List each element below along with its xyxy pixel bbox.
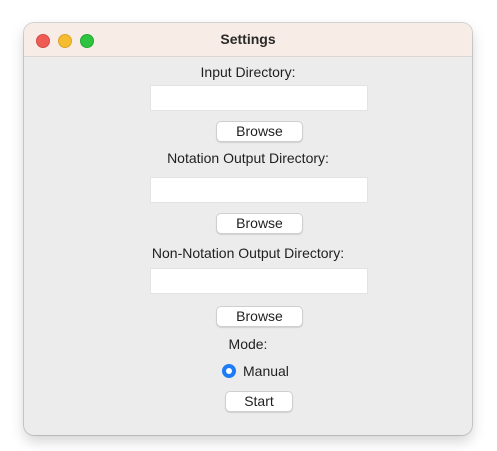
- title-bar: Settings: [24, 23, 472, 57]
- non-notation-output-directory-label: Non-Notation Output Directory:: [151, 245, 345, 261]
- notation-output-directory-label: Notation Output Directory:: [167, 150, 329, 166]
- input-directory-field[interactable]: [150, 85, 368, 111]
- input-directory-label: Input Directory:: [200, 64, 296, 80]
- window-title: Settings: [220, 31, 276, 47]
- mode-option-label: Manual: [243, 363, 289, 379]
- mode-label: Mode:: [228, 336, 268, 352]
- notation-output-directory-field[interactable]: [150, 177, 368, 203]
- non-notation-output-directory-field[interactable]: [150, 268, 368, 294]
- notation-output-directory-browse-button[interactable]: Browse: [216, 213, 303, 234]
- radio-selected-icon[interactable]: [222, 364, 236, 378]
- start-button[interactable]: Start: [225, 391, 293, 412]
- non-notation-output-directory-browse-button[interactable]: Browse: [216, 306, 303, 327]
- input-directory-browse-button[interactable]: Browse: [216, 121, 303, 142]
- settings-window: Settings Input Directory: Browse Notatio…: [24, 23, 472, 435]
- mode-radio-manual[interactable]: Manual: [222, 362, 289, 380]
